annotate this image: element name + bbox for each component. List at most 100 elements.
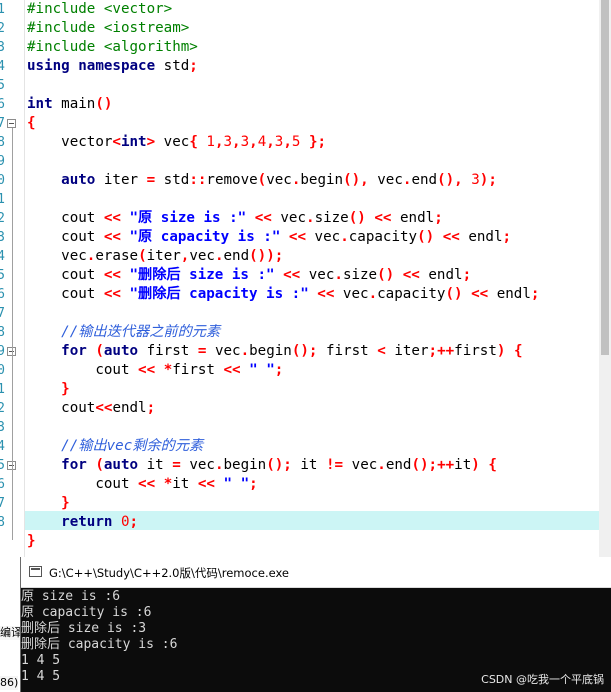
code-line[interactable]: #include <algorithm> (27, 38, 198, 57)
fold-toggle-icon[interactable] (7, 119, 16, 128)
code-line[interactable]: } (27, 532, 36, 551)
code-editor[interactable]: 1234567890123456789012345678 #include <v… (0, 0, 611, 557)
code-token: #include <vector> (27, 1, 173, 17)
line-number-gutter: 1 2 3 4 5 6 7 8 9 0 1 2 3 4 5 6 7 8 9 0 1 2 3 4 5 6 7 8 (0, 0, 25, 557)
console-title: G:\C++\Study\C++2.0版\代码\remoce.exe (49, 566, 289, 580)
code-token: ();++ (411, 457, 455, 473)
code-token: using namespace (27, 58, 156, 74)
scrollbar-thumb[interactable] (601, 0, 609, 355)
code-token: 0 (120, 514, 130, 530)
code-line[interactable]: vec.erase(iter,vec.end()); (27, 247, 283, 266)
code-token: "删除后 capacity is :" (129, 286, 309, 302)
code-token: vec (300, 267, 335, 283)
code-token: #include <algorithm> (27, 39, 198, 55)
code-line[interactable]: cout << "删除后 size is :" << vec.size() <<… (27, 266, 471, 285)
code-token: endl (391, 210, 435, 226)
code-token: it (172, 476, 198, 492)
line-number: 2 (0, 211, 5, 226)
console-window-icon (29, 566, 42, 577)
code-token: " " (223, 476, 250, 492)
code-line[interactable]: for (auto it = vec.begin(); it != vec.en… (27, 456, 497, 475)
code-line[interactable]: cout<<endl; (27, 399, 155, 418)
code-token: }; (308, 134, 327, 150)
console-title-bar[interactable]: G:\C++\Study\C++2.0版\代码\remoce.exe (21, 557, 611, 588)
code-line[interactable]: cout << "原 size is :" << vec.size() << e… (27, 209, 443, 228)
code-token: first (138, 343, 198, 359)
code-line[interactable]: cout << "删除后 capacity is :" << vec.capac… (27, 285, 539, 304)
code-line[interactable]: //输出迭代器之前的元素 (27, 323, 220, 342)
code-token: vec (266, 172, 292, 188)
code-token: << (138, 362, 156, 378)
code-token: { (27, 115, 36, 131)
line-number: 9 (0, 154, 5, 169)
code-token: , (232, 134, 241, 150)
code-line[interactable]: using namespace std; (27, 57, 198, 76)
code-token: << (197, 476, 215, 492)
code-token: { (189, 134, 198, 150)
code-line[interactable]: #include <vector> (27, 0, 172, 19)
code-line[interactable]: { (27, 114, 36, 133)
code-token: . (306, 210, 315, 226)
code-line[interactable]: auto iter = std::remove(vec.begin(), vec… (27, 171, 497, 190)
line-number: 0 (0, 173, 5, 188)
line-number: 5 (0, 78, 5, 93)
console-window[interactable]: G:\C++\Study\C++2.0版\代码\remoce.exe 原 siz… (20, 557, 611, 692)
line-number: 7 (0, 116, 5, 131)
code-token: end (411, 172, 438, 188)
code-line[interactable]: cout << *it << " "; (27, 475, 258, 494)
code-token: . (334, 267, 343, 283)
code-token: first (172, 362, 224, 378)
line-number: 5 (0, 458, 5, 473)
code-token: vec (206, 343, 241, 359)
code-token: size (314, 210, 349, 226)
code-line[interactable]: } (27, 380, 70, 399)
code-token: remove (206, 172, 258, 188)
csdn-watermark: CSDN @吃我一个平底锅 (481, 673, 604, 686)
code-token: ; (434, 210, 443, 226)
code-token: ; (249, 476, 258, 492)
code-token: ()); (249, 248, 284, 264)
code-line[interactable]: int main() (27, 95, 112, 114)
code-token: { (513, 343, 523, 359)
code-token: ( (138, 248, 147, 264)
code-line[interactable]: //输出vec剩余的元素 (27, 437, 203, 456)
code-line[interactable]: cout << *first << " "; (27, 361, 283, 380)
code-line[interactable]: cout << "原 capacity is :" << vec.capacit… (27, 228, 511, 247)
console-output-line: 删除后 capacity is :6 (21, 637, 178, 652)
code-token: 1 (206, 134, 215, 150)
code-token: < (377, 343, 386, 359)
code-token: auto (103, 457, 139, 473)
code-token: vec (306, 229, 341, 245)
code-token: vec (334, 286, 369, 302)
line-number: 8 (0, 515, 5, 530)
console-output-line: 原 size is :6 (21, 589, 121, 604)
code-token: () (95, 96, 113, 112)
line-number: 9 (0, 344, 5, 359)
line-number: 6 (0, 97, 5, 112)
code-token: erase (95, 248, 139, 264)
line-number: 1 (0, 192, 5, 207)
code-token: vec (343, 457, 378, 473)
code-token: capacity (348, 229, 418, 245)
code-token: ; (274, 362, 284, 378)
editor-vertical-scrollbar[interactable] (599, 0, 611, 557)
code-line[interactable]: } (27, 494, 70, 513)
code-token: 3 (471, 172, 480, 188)
line-number: 4 (0, 249, 5, 264)
code-token: (); (291, 343, 318, 359)
code-token: << (95, 400, 113, 416)
code-line[interactable]: for (auto first = vec.begin(); first < i… (27, 342, 523, 361)
code-line[interactable]: vector<int> vec{ 1,3,3,4,3,5 }; (27, 133, 326, 152)
code-token: cout (27, 210, 104, 226)
code-line[interactable]: return 0; (27, 513, 138, 532)
code-line[interactable]: #include <iostream> (27, 19, 189, 38)
